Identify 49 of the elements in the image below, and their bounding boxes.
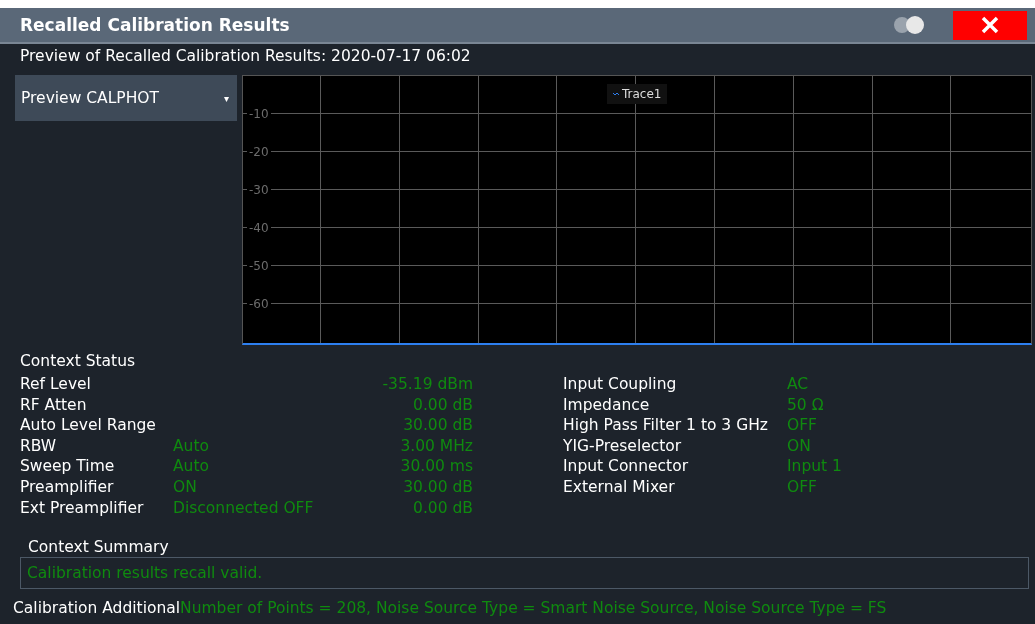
- legend-label: Trace1: [622, 87, 662, 101]
- axis-label: -50: [247, 259, 271, 273]
- status-label: Input Connector: [563, 457, 689, 478]
- summary-message: Calibration results recall valid.: [20, 557, 1029, 590]
- status-value: AC: [787, 375, 810, 395]
- status-label: RBW: [20, 436, 58, 457]
- preview-heading: Preview of Recalled Calibration Results: 2020-07-17 06:02: [19, 46, 472, 67]
- axis-label: -60: [247, 297, 271, 311]
- status-value: 50 Ω: [787, 395, 825, 416]
- trace-icon: [613, 91, 619, 97]
- status-label: External Mixer: [563, 477, 676, 498]
- close-button[interactable]: [953, 10, 1027, 40]
- status-label: Sweep Time: [20, 457, 116, 478]
- toggle-icon[interactable]: [893, 16, 927, 34]
- status-label: Input Coupling: [563, 375, 678, 395]
- window-title: Recalled Calibration Results: [20, 15, 291, 35]
- status-label: Ref Level: [20, 375, 92, 395]
- status-value: 30.00 ms: [399, 457, 473, 478]
- status-label: Ext Preamplifier: [20, 498, 145, 519]
- status-value: 30.00 dB: [402, 477, 473, 498]
- section-title: Context Status: [19, 351, 137, 367]
- status-value: 30.00 dB: [402, 416, 473, 437]
- status-label: Preamplifier: [20, 477, 115, 498]
- axis-label: -20: [247, 145, 271, 159]
- status-mode: Disconnected OFF: [173, 498, 315, 519]
- status-label: High Pass Filter 1 to 3 GHz: [563, 416, 769, 437]
- status-value: OFF: [787, 477, 819, 498]
- status-mode: ON: [173, 477, 198, 498]
- status-label: RF Atten: [20, 395, 88, 416]
- status-value: 0.00 dB: [412, 395, 473, 416]
- status-value: ON: [787, 436, 812, 457]
- axis-label: -10: [247, 107, 271, 121]
- status-value: -35.19 dBm: [381, 375, 473, 395]
- status-label: Impedance: [563, 395, 651, 416]
- status-value: 3.00 MHz: [399, 436, 473, 457]
- status-label: YIG-Preselector: [563, 436, 683, 457]
- status-mode: Auto: [173, 457, 210, 478]
- status-value: OFF: [787, 416, 819, 437]
- axis-label: -30: [247, 183, 271, 197]
- additional-value: Number of Points = 208, Noise Source Type = Smart Noise Source, Noise Source Type = FS: [180, 599, 887, 618]
- close-icon: [981, 16, 999, 34]
- status-value: 0.00 dB: [412, 498, 473, 519]
- status-mode: Auto: [173, 436, 210, 457]
- section-title: Context Summary: [27, 537, 170, 557]
- status-value: Input 1: [787, 457, 843, 478]
- preview-dropdown[interactable]: Preview CALPHOT ▾: [15, 75, 237, 121]
- status-label: Auto Level Range: [20, 416, 157, 437]
- axis-label: -40: [247, 221, 271, 235]
- additional-label: Calibration Additional: [13, 599, 181, 618]
